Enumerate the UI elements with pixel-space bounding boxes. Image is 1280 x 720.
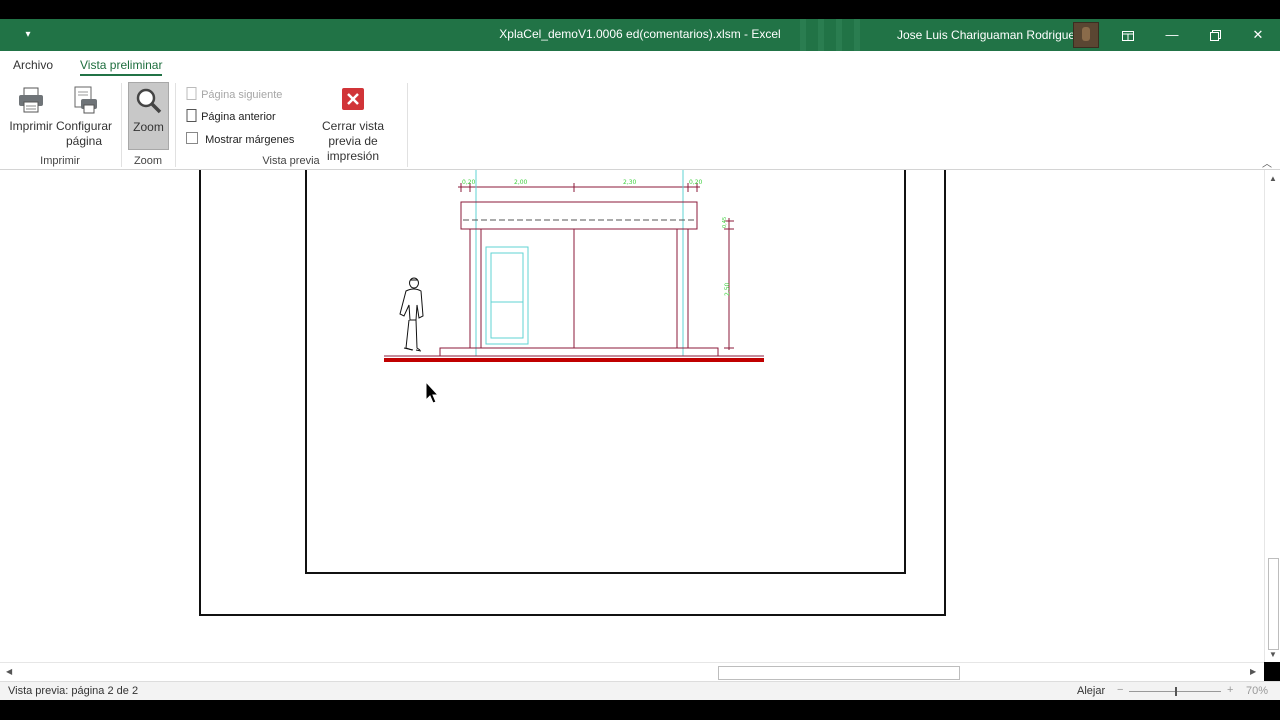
title-bar: ▾ XplaCel_demoV1.0006 ed(comentarios).xl…	[0, 19, 1280, 51]
human-figure	[399, 277, 424, 352]
prev-page-button[interactable]: Página anterior	[186, 109, 276, 123]
page-icon	[186, 87, 197, 100]
group-label-vista-previa: Vista previa	[262, 155, 320, 167]
ground-bar	[384, 358, 764, 362]
dim-right-label: 0,20	[689, 179, 703, 186]
show-margins-checkbox[interactable]: Mostrar márgenes	[186, 132, 294, 146]
close-icon[interactable]: ✕	[1238, 19, 1278, 51]
horizontal-scrollbar[interactable]: ◀ ▶	[0, 662, 1264, 681]
quick-access-dropdown-icon[interactable]: ▾	[20, 27, 36, 43]
next-page-label: Página siguiente	[201, 89, 283, 101]
screen-top-border	[0, 0, 1280, 19]
elevation-drawing: 0,20 2,00 2,30 0,20 0,45 2,50	[384, 170, 764, 404]
dim-mid2-label: 2,30	[623, 179, 637, 186]
zoom-out-label[interactable]: Alejar	[1077, 685, 1105, 697]
dim-vert-label: 2,50	[724, 282, 731, 296]
print-preview-area[interactable]: 0,20 2,00 2,30 0,20 0,45 2,50	[0, 170, 1264, 662]
zoom-minus-icon[interactable]: −	[1117, 684, 1123, 696]
scroll-left-icon[interactable]: ◀	[6, 667, 12, 676]
group-separator	[407, 83, 408, 167]
zoom-plus-icon[interactable]: +	[1227, 684, 1233, 696]
print-button[interactable]: Imprimir	[8, 85, 54, 134]
minimize-icon[interactable]: —	[1152, 19, 1192, 51]
restore-icon[interactable]	[1195, 19, 1235, 51]
magnifier-icon	[136, 88, 161, 114]
checkbox-icon[interactable]	[186, 132, 198, 144]
ribbon-tabs: Archivo Vista preliminar	[0, 51, 1280, 79]
group-label-imprimir: Imprimir	[40, 155, 80, 167]
title-decoration	[854, 19, 860, 51]
title-decoration	[800, 19, 806, 51]
group-label-zoom: Zoom	[133, 155, 163, 167]
scroll-down-icon[interactable]: ▼	[1269, 650, 1277, 659]
close-red-icon	[342, 88, 364, 110]
print-label: Imprimir	[9, 119, 53, 133]
ribbon-display-options-icon[interactable]	[1108, 19, 1148, 51]
title-decoration	[818, 19, 824, 51]
page-setup-icon	[74, 86, 97, 114]
zoom-button[interactable]: Zoom	[128, 82, 169, 150]
prev-page-label: Página anterior	[201, 111, 276, 123]
page-icon	[186, 109, 197, 122]
title-decoration	[836, 19, 842, 51]
horizontal-scroll-thumb[interactable]	[718, 666, 960, 680]
page-setup-label: Configurar página	[56, 119, 113, 148]
ribbon: Imprimir Configurar página Zoom Página s…	[0, 79, 1280, 170]
dim-left-label: 0,20	[462, 179, 476, 186]
scroll-right-icon[interactable]: ▶	[1250, 667, 1256, 676]
next-page-button[interactable]: Página siguiente	[186, 87, 282, 101]
zoom-label: Zoom	[133, 120, 164, 134]
mouse-cursor-icon	[425, 380, 440, 404]
avatar[interactable]	[1073, 22, 1099, 48]
user-name[interactable]: Jose Luis Chariguaman Rodriguez	[897, 28, 1081, 42]
close-preview-button[interactable]: Cerrar vista previa de impresión	[306, 87, 400, 164]
vertical-scroll-thumb[interactable]	[1268, 558, 1279, 650]
door-panel	[490, 252, 524, 339]
page-status: Vista previa: página 2 de 2	[8, 685, 139, 697]
vertical-scrollbar[interactable]: ▲ ▼	[1264, 170, 1280, 662]
zoom-slider-knob[interactable]	[1175, 687, 1177, 696]
printer-icon	[19, 87, 43, 113]
dim-mid1-label: 2,00	[514, 179, 528, 186]
status-bar: Vista previa: página 2 de 2 Alejar − + 7…	[0, 681, 1280, 701]
show-margins-label: Mostrar márgenes	[205, 134, 295, 146]
zoom-percent[interactable]: 70%	[1246, 685, 1268, 697]
plinth	[439, 347, 719, 357]
page-setup-button[interactable]: Configurar página	[56, 85, 112, 149]
screen-bottom-border	[0, 700, 1280, 720]
collapse-ribbon-icon[interactable]: ︿	[1262, 155, 1272, 170]
dim-vert-top-label: 0,45	[722, 217, 728, 228]
beam	[460, 201, 698, 230]
scroll-up-icon[interactable]: ▲	[1269, 174, 1277, 183]
tab-vista-preliminar[interactable]: Vista preliminar	[80, 58, 163, 76]
door-frame	[485, 246, 529, 345]
tab-archivo[interactable]: Archivo	[13, 58, 53, 72]
